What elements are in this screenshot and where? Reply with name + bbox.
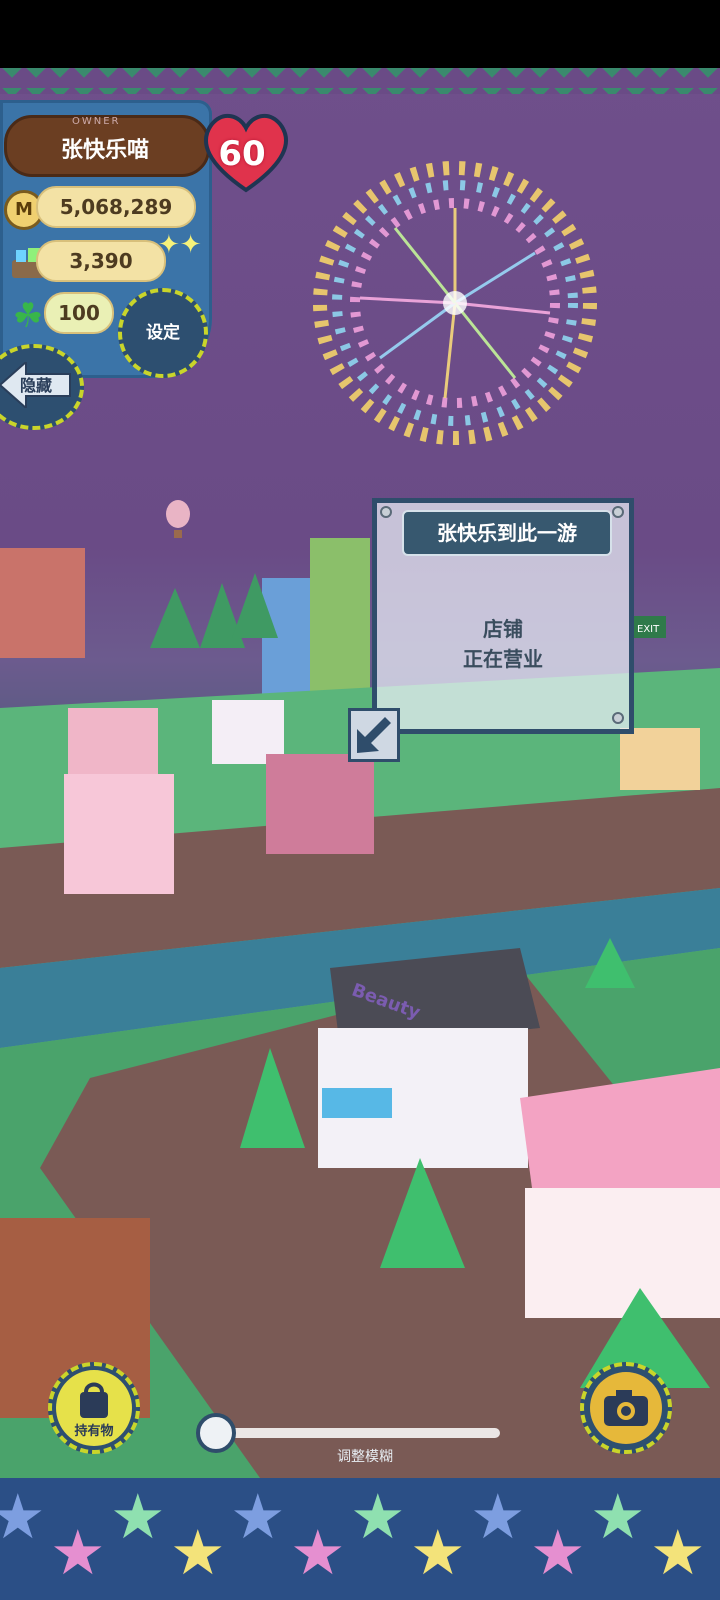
firework (313, 161, 597, 445)
coin-count: 5,068,289 (36, 186, 196, 228)
clover-icon: ☘ (12, 296, 44, 336)
beauty-shop: Beauty (318, 948, 540, 1168)
popup-title: 张快乐到此一游 (402, 510, 612, 556)
camera-button-face (590, 1372, 662, 1444)
popup-pointer[interactable] (348, 708, 400, 762)
sparkle-icon: ✦✦ (158, 230, 202, 260)
screw-icon (612, 506, 624, 518)
hot-air-balloon (166, 500, 190, 538)
screw-icon (612, 712, 624, 724)
blur-slider-track[interactable] (212, 1428, 500, 1438)
gem-count: 3,390 (36, 240, 166, 282)
popup-line-1: 店铺 (483, 617, 523, 641)
owner-label: OWNER (72, 116, 121, 127)
blur-slider-label: 调整模糊 (337, 1449, 393, 1465)
clover-count: 100 (44, 292, 114, 334)
popup-message: 店铺 正在营业 (372, 614, 634, 674)
screw-icon (380, 506, 392, 518)
exit-sign: EXIT (637, 624, 660, 635)
owner-name: 张快乐喵 (60, 138, 149, 163)
items-label: 持有物 (74, 1424, 114, 1439)
down-left-arrow-icon (357, 717, 391, 753)
settings-button[interactable]: 设定 (118, 288, 208, 378)
bottom-star-border: ★ ★ ★ ★ ★ ★ ★ ★ ★ ★ ★ ★ (0, 1478, 720, 1600)
hide-label: 隐藏 (20, 376, 53, 395)
top-bunting-border (0, 68, 720, 94)
blur-slider-handle[interactable] (196, 1413, 236, 1453)
popup-line-2: 正在营业 (463, 647, 543, 671)
camera-icon (604, 1390, 648, 1426)
owner-level: 60 (218, 134, 266, 174)
status-bar (0, 0, 720, 68)
